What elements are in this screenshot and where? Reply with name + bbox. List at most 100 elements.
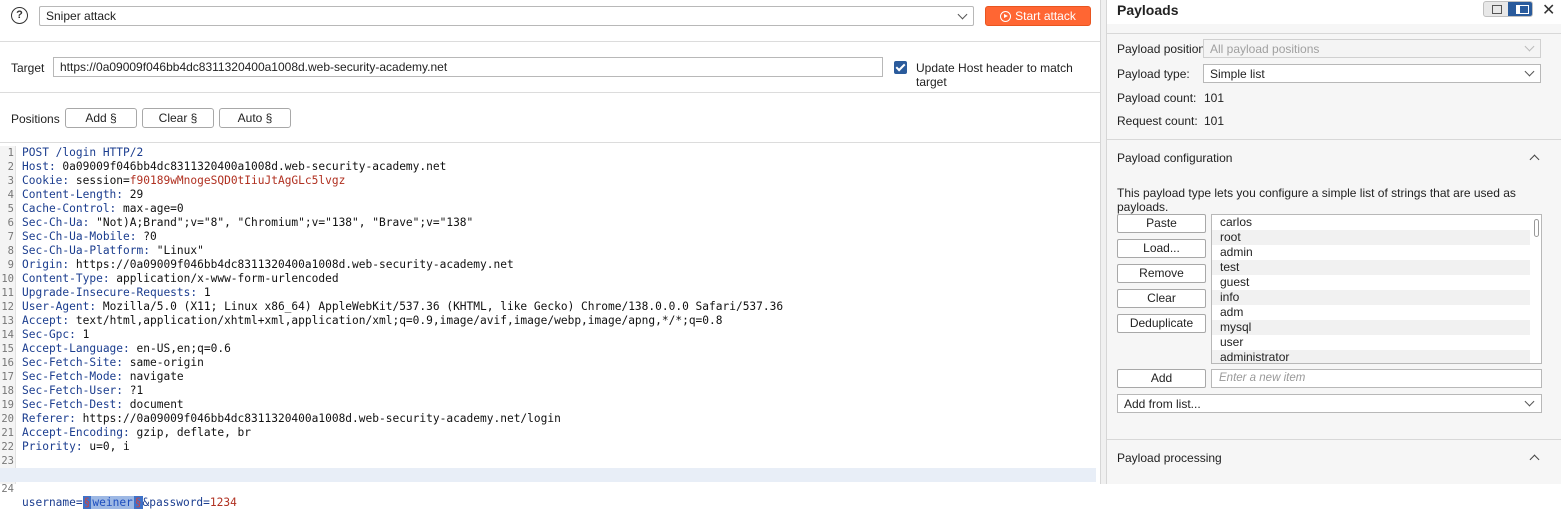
line-number: 16 (1, 357, 14, 369)
request-line[interactable]: 4 Content-Length: 29 (0, 188, 1096, 202)
request-line[interactable]: 21 Accept-Encoding: gzip, deflate, br (0, 426, 1096, 440)
list-item[interactable]: user (1212, 335, 1530, 350)
header-name: User-Agent: (22, 300, 97, 313)
load-button[interactable]: Load... (1117, 239, 1206, 258)
remove-button[interactable]: Remove (1117, 264, 1206, 283)
request-line[interactable]: 6 Sec-Ch-Ua: "Not)A;Brand";v="8", "Chromi… (0, 216, 1096, 230)
target-label: Target (11, 61, 45, 75)
line-number: 3 (7, 175, 14, 187)
chevron-down-icon (957, 9, 968, 20)
list-item[interactable]: carlos (1212, 215, 1530, 230)
line-number: 8 (7, 245, 14, 257)
help-icon[interactable]: ? (11, 7, 28, 24)
chevron-up-icon[interactable] (1529, 154, 1540, 165)
param-password-value: 1234 (209, 496, 237, 509)
request-line[interactable]: 17 Sec-Fetch-Mode: navigate (0, 370, 1096, 384)
line-number: 10 (1, 273, 14, 285)
request-line[interactable]: 12 User-Agent: Mozilla/5.0 (X11; Linux x8… (0, 300, 1096, 314)
list-item[interactable]: test (1212, 260, 1530, 275)
layout-toggle[interactable] (1483, 1, 1533, 17)
add-item-button[interactable]: Add (1117, 369, 1206, 388)
add-from-list-value: Add from list... (1124, 397, 1201, 411)
clear-button[interactable]: Clear (1117, 289, 1206, 308)
attack-type-select[interactable]: Sniper attack (39, 6, 974, 26)
line-number: 13 (1, 315, 14, 327)
list-item[interactable]: administrator (1212, 350, 1530, 363)
header-name: Sec-Ch-Ua-Mobile: (22, 230, 137, 243)
divider (0, 142, 1100, 143)
request-line[interactable]: 23 (0, 454, 1096, 468)
layout-side-icon[interactable] (1507, 2, 1532, 16)
scrollbar-thumb[interactable] (1534, 219, 1539, 237)
line-number: 17 (1, 371, 14, 383)
header-name: Origin: (22, 258, 70, 271)
list-item[interactable]: root (1212, 230, 1530, 245)
close-icon[interactable]: ✕ (1542, 0, 1555, 20)
request-line[interactable]: 19 Sec-Fetch-Dest: document (0, 398, 1096, 412)
cookie-value: f90189wMnogeSQD0tIiuJtAgGLc5lvgz (129, 174, 346, 187)
list-item[interactable]: guest (1212, 275, 1530, 290)
request-line[interactable]: 15 Accept-Language: en-US,en;q=0.6 (0, 342, 1096, 356)
header-name: Upgrade-Insecure-Requests: (22, 286, 198, 299)
start-attack-button[interactable]: Start attack (985, 6, 1091, 26)
header-value: u=0, i (82, 440, 130, 453)
request-line[interactable]: 10 Content-Type: application/x-www-form-u… (0, 272, 1096, 286)
payload-type-label: Payload type: (1117, 67, 1190, 81)
chevron-up-icon[interactable] (1529, 454, 1540, 465)
line-number: 23 (1, 455, 14, 467)
add-marker-button[interactable]: Add § (65, 108, 137, 128)
pane-splitter[interactable] (1100, 0, 1107, 484)
request-line[interactable]: 20 Referer: https://0a09009f046bb4dc83113… (0, 412, 1096, 426)
request-line[interactable]: 5 Cache-Control: max-age=0 (0, 202, 1096, 216)
header-value: ?1 (123, 384, 144, 397)
payload-position-label: Payload position: (1117, 42, 1209, 56)
target-url-input[interactable]: https://0a09009f046bb4dc8311320400a1008d… (53, 57, 883, 77)
payload-list[interactable]: carlos root admin test guest info adm mysql user… (1211, 214, 1542, 364)
request-line[interactable]: 8 Sec-Ch-Ua-Platform: "Linux" (0, 244, 1096, 258)
line-number: 11 (1, 287, 14, 299)
payload-configuration-description: This payload type lets you configure a s… (1117, 186, 1516, 214)
header-value: max-age=0 (116, 202, 184, 215)
payload-marker-close[interactable]: § (133, 496, 143, 509)
request-editor[interactable]: 1 POST /login HTTP/2 2 Host: 0a09009f046bb4… (0, 146, 1100, 509)
new-item-input[interactable]: Enter a new item (1211, 369, 1542, 388)
header-name: Sec-Fetch-Dest: (22, 398, 124, 411)
auto-marker-button[interactable]: Auto § (219, 108, 291, 128)
payload-processing-section: Payload processing (1107, 439, 1561, 484)
header-name: Sec-Gpc: (22, 328, 76, 341)
request-line[interactable]: 1 POST /login HTTP/2 (0, 146, 1096, 160)
update-host-checkbox[interactable] (894, 61, 907, 74)
list-item[interactable]: adm (1212, 305, 1530, 320)
request-line[interactable]: 9 Origin: https://0a09009f046bb4dc8311320… (0, 258, 1096, 272)
line-number: 6 (7, 217, 14, 229)
deduplicate-button[interactable]: Deduplicate (1117, 314, 1206, 333)
header-value: 1 (197, 286, 211, 299)
header-value: Mozilla/5.0 (X11; Linux x86_64) AppleWeb… (96, 300, 784, 313)
request-line[interactable]: 22 Priority: u=0, i (0, 440, 1096, 454)
paste-button[interactable]: Paste (1117, 214, 1206, 233)
request-line[interactable]: 2 Host: 0a09009f046bb4dc8311320400a1008d.… (0, 160, 1096, 174)
header-name: Sec-Fetch-User: (22, 384, 124, 397)
request-line[interactable]: 3 Cookie: session=f90189wMnogeSQD0tIiuJtA… (0, 174, 1096, 188)
chevron-down-icon (1524, 66, 1535, 77)
payload-marker-value[interactable]: weiner (91, 496, 134, 509)
header-value: https://0a09009f046bb4dc8311320400a1008d… (69, 258, 514, 271)
add-from-list-select[interactable]: Add from list... (1117, 394, 1542, 413)
request-line[interactable]: 14 Sec-Gpc: 1 (0, 328, 1096, 342)
clear-marker-button[interactable]: Clear § (142, 108, 214, 128)
param-password-key: &password= (142, 496, 210, 509)
header-name: Content-Length: (22, 188, 124, 201)
request-line[interactable]: 11 Upgrade-Insecure-Requests: 1 (0, 286, 1096, 300)
request-line[interactable]: 16 Sec-Fetch-Site: same-origin (0, 356, 1096, 370)
request-line[interactable]: 18 Sec-Fetch-User: ?1 (0, 384, 1096, 398)
list-item[interactable]: mysql (1212, 320, 1530, 335)
request-body-line[interactable]: 24 username=§ weiner §&password=1234 (0, 468, 1096, 509)
payload-type-select[interactable]: Simple list (1203, 64, 1541, 83)
header-name: Host: (22, 160, 56, 173)
list-item[interactable]: info (1212, 290, 1530, 305)
layout-stacked-icon[interactable] (1484, 2, 1508, 16)
header-value: "Not)A;Brand";v="8", "Chromium";v="138",… (89, 216, 474, 229)
request-line[interactable]: 7 Sec-Ch-Ua-Mobile: ?0 (0, 230, 1096, 244)
request-line[interactable]: 13 Accept: text/html,application/xhtml+xm… (0, 314, 1096, 328)
list-item[interactable]: admin (1212, 245, 1530, 260)
